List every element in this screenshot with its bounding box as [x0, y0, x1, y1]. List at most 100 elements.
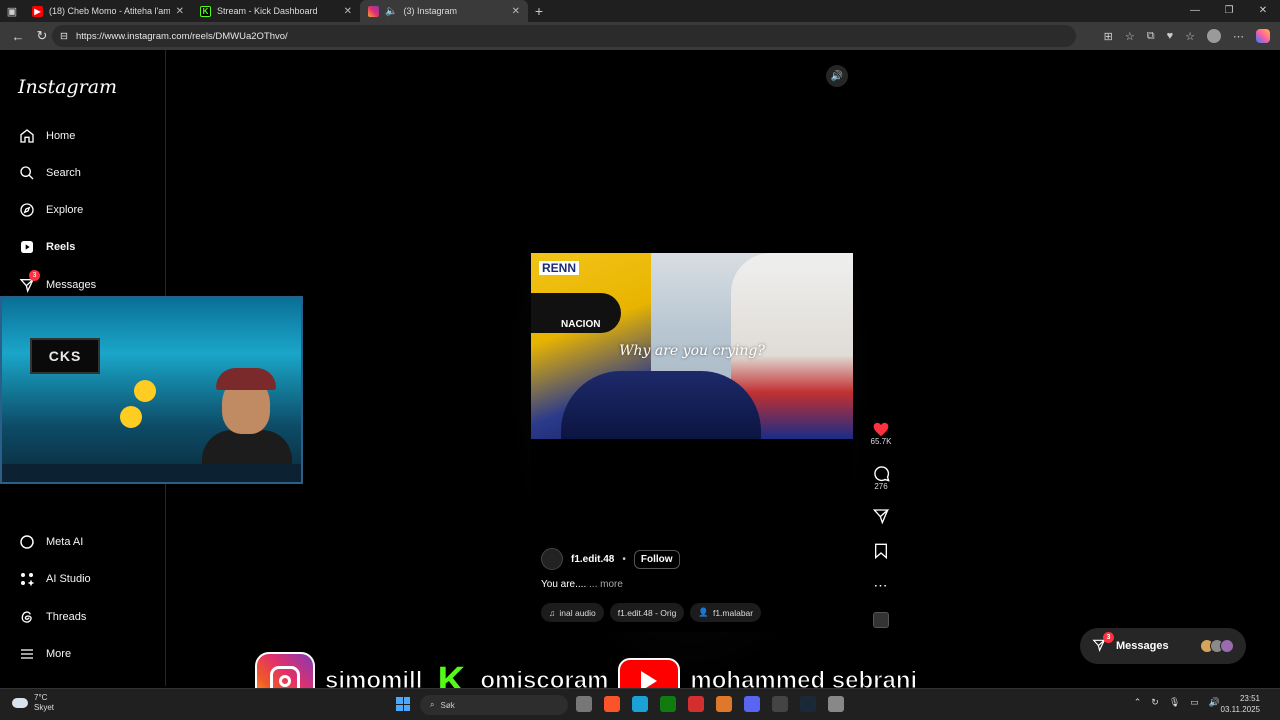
search-icon: ⌕ — [430, 700, 435, 709]
sidebar-item-messages[interactable]: 3 Messages — [18, 270, 96, 294]
obs-icon[interactable] — [772, 696, 788, 712]
xbox-icon[interactable] — [660, 696, 676, 712]
url-field[interactable]: ⊟ https://www.instagram.com/reels/DMWUa2… — [52, 25, 1076, 47]
sidebar-item-reels[interactable]: Reels — [18, 238, 75, 256]
avatar — [1220, 639, 1234, 653]
start-button[interactable] — [396, 697, 410, 711]
extensions-icon[interactable]: ⧉ — [1147, 30, 1155, 43]
like-button[interactable]: 65.7K — [866, 422, 896, 446]
tagged-user-chip[interactable]: 👤 f1.malabar — [690, 603, 762, 622]
settings-more-icon[interactable]: ⋯ — [1233, 30, 1244, 43]
save-button[interactable] — [866, 543, 896, 559]
browser-tab-bar: ▣ ▶ (18) Cheb Momo - Atiteha l'amour ✕ K… — [0, 0, 1280, 22]
sidebar-item-more[interactable]: More — [18, 645, 71, 663]
close-icon[interactable]: ✕ — [176, 6, 184, 17]
share-button[interactable] — [866, 508, 896, 524]
taskbar-apps — [576, 696, 844, 712]
site-info-icon[interactable]: ⊟ — [60, 31, 68, 42]
brave-icon[interactable] — [604, 696, 620, 712]
reel-caption-overlay: Why are you crying? — [619, 343, 765, 359]
browser-essentials-icon[interactable]: ♥ — [1167, 30, 1174, 42]
avatar[interactable] — [541, 548, 563, 570]
favorites-icon[interactable]: ☆ — [1185, 30, 1195, 43]
app-icon[interactable] — [688, 696, 704, 712]
notification-badge: 3 — [29, 270, 40, 281]
tab-title: Stream - Kick Dashboard — [217, 6, 318, 16]
tagged-user-label: f1.malabar — [712, 607, 754, 618]
caption-text: You are.... — [541, 579, 587, 590]
reload-button[interactable]: ↻ — [30, 24, 54, 48]
tab-youtube[interactable]: ▶ (18) Cheb Momo - Atiteha l'amour ✕ — [24, 0, 192, 22]
profile-avatar[interactable] — [1207, 29, 1221, 43]
sidebar-item-threads[interactable]: Threads — [18, 608, 86, 626]
taskbar-clock[interactable]: 23:51 03.11.2025 — [1221, 693, 1260, 715]
clock-date: 03.11.2025 — [1220, 705, 1260, 714]
weather-temp: 7°C — [34, 693, 48, 702]
comment-button[interactable]: 276 — [866, 465, 896, 491]
back-button[interactable]: ← — [6, 24, 30, 48]
audio-source-label: f1.edit.48 - Orig — [617, 607, 677, 618]
tab-title: (3) Instagram — [403, 6, 457, 16]
chevron-up-icon[interactable]: ⌃ — [1134, 697, 1142, 708]
close-window-button[interactable]: ✕ — [1246, 0, 1280, 22]
home-icon — [18, 127, 36, 145]
sync-icon[interactable]: ↻ — [1151, 697, 1159, 708]
restore-button[interactable]: ❐ — [1212, 0, 1246, 22]
address-bar-row: ← ↻ ⊟ https://www.instagram.com/reels/DM… — [0, 22, 1280, 50]
volume-icon[interactable]: 🔊 — [826, 65, 848, 87]
display-icon[interactable]: ▭ — [1190, 697, 1199, 708]
minimize-button[interactable]: — — [1178, 0, 1212, 22]
microphone-icon[interactable]: 🎙 — [1169, 697, 1180, 708]
window-controls: — ❐ ✕ — [1178, 0, 1280, 22]
tab-instagram[interactable]: 🔈 (3) Instagram ✕ — [360, 0, 528, 22]
sidebar-item-search[interactable]: Search — [18, 164, 81, 182]
heart-icon — [873, 422, 889, 437]
close-icon[interactable]: ✕ — [344, 6, 352, 17]
audio-source-chip[interactable]: f1.edit.48 - Orig — [609, 603, 685, 622]
instagram-logo[interactable]: Instagram — [18, 76, 117, 98]
settings-icon[interactable] — [828, 696, 844, 712]
sidebar-item-explore[interactable]: Explore — [18, 201, 83, 219]
separator-dot: • — [622, 553, 626, 565]
volume-icon[interactable]: 🔊 — [1209, 697, 1220, 708]
more-dots-icon: ⋯ — [873, 577, 889, 593]
tab-kick[interactable]: K Stream - Kick Dashboard ✕ — [192, 0, 360, 22]
clock-time: 23:51 — [1239, 694, 1260, 703]
file-explorer-icon[interactable] — [576, 696, 592, 712]
original-audio-thumbnail[interactable] — [873, 612, 889, 628]
tab-actions-icon[interactable]: ▣ — [0, 0, 24, 22]
reel-chips: ♫ inal audio f1.edit.48 - Orig 👤 f1.mala… — [541, 603, 762, 622]
frame-text: RENN — [539, 261, 580, 275]
favorite-star-icon[interactable]: ☆ — [1125, 30, 1135, 43]
app-icon[interactable] — [716, 696, 732, 712]
edge-icon[interactable] — [632, 696, 648, 712]
weather-widget[interactable]: 7°C Skyet — [12, 693, 54, 713]
cloud-icon — [12, 698, 28, 708]
discord-icon[interactable] — [744, 696, 760, 712]
author-username[interactable]: f1.edit.48 — [571, 554, 614, 565]
sidebar-item-label: Reels — [46, 241, 76, 253]
steam-icon[interactable] — [800, 696, 816, 712]
copilot-icon[interactable] — [1256, 29, 1270, 43]
sidebar-item-ai-studio[interactable]: AI Studio — [18, 570, 91, 588]
sidebar-item-label: Meta AI — [46, 536, 84, 548]
emoji-plush-icon — [120, 406, 142, 428]
apps-icon[interactable]: ⊞ — [1104, 30, 1113, 43]
more-link[interactable]: more — [600, 579, 623, 590]
sidebar-item-meta-ai[interactable]: Meta AI — [18, 533, 83, 551]
audio-chip[interactable]: ♫ inal audio — [541, 603, 604, 622]
url-text: https://www.instagram.com/reels/DMWUa2OT… — [75, 30, 288, 42]
sidebar-item-label: AI Studio — [46, 573, 91, 585]
search-placeholder: Søk — [440, 700, 455, 710]
new-tab-button[interactable]: + — [528, 3, 550, 19]
more-options-button[interactable]: ⋯ — [866, 577, 896, 594]
menu-icon — [18, 645, 36, 663]
close-icon[interactable]: ✕ — [512, 6, 520, 17]
reel-video-frame[interactable]: RENN NACION Why are you crying? — [531, 253, 853, 439]
taskbar-search[interactable]: ⌕ Søk — [420, 695, 568, 715]
speaker-icon[interactable]: 🔈 — [385, 6, 397, 17]
windows-taskbar: 7°C Skyet ⌕ Søk ⌃ ↻ 🎙 ▭ 🔊 23:51 03.11.20… — [0, 688, 1280, 720]
sidebar-item-home[interactable]: Home — [18, 127, 75, 145]
messages-pill[interactable]: 3 Messages — [1080, 628, 1246, 664]
follow-button[interactable]: Follow — [633, 549, 680, 569]
